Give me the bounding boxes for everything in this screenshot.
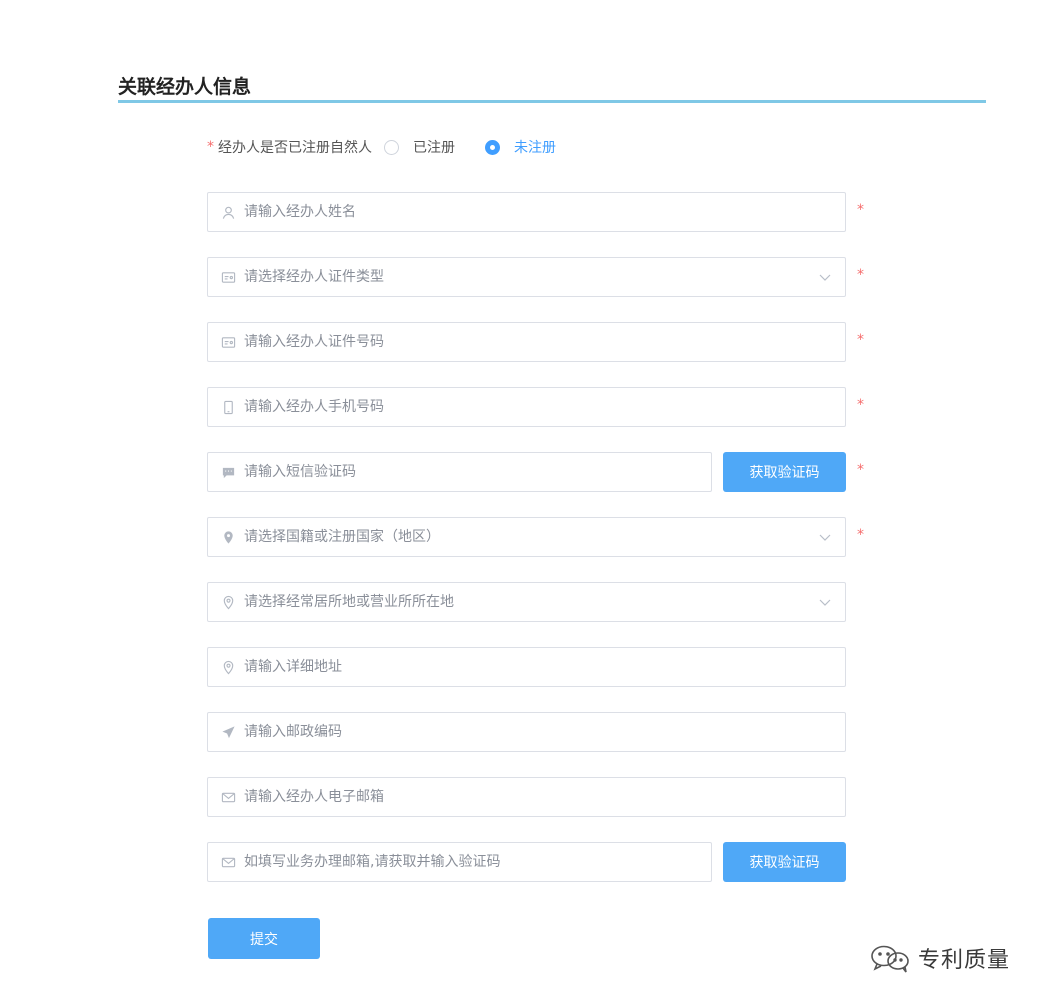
required-mark-nationality: * [857,527,864,543]
radio-circle-registered[interactable] [384,139,399,155]
postal-code-field[interactable] [207,712,846,752]
email-input[interactable] [244,778,845,816]
phone-icon [220,399,236,415]
message-icon [220,464,236,480]
name-input[interactable] [244,193,845,231]
get-sms-code-button[interactable]: 获取验证码 [723,452,846,492]
section-title: 关联经办人信息 [118,76,252,98]
address-input[interactable] [244,648,845,686]
radio-registered[interactable]: 已注册 [384,137,455,157]
id-number-field[interactable] [207,322,846,362]
id-number-input[interactable] [244,323,845,361]
address-field[interactable] [207,647,846,687]
sms-code-field[interactable] [207,452,712,492]
id-type-select[interactable] [207,257,846,297]
submit-button[interactable]: 提交 [208,918,320,959]
chevron-down-icon[interactable] [817,594,833,610]
location-filled-icon [220,529,236,545]
sms-code-input[interactable] [244,453,711,491]
required-mark-id-number: * [857,332,864,348]
nationality-input[interactable] [244,518,817,556]
id-card-icon [220,269,236,285]
mail-icon [220,789,236,805]
residence-input[interactable] [244,583,817,621]
chevron-down-icon[interactable] [817,269,833,285]
name-field[interactable] [207,192,846,232]
radio-unregistered[interactable]: 未注册 [485,137,556,157]
section-divider [118,100,986,103]
business-email-input[interactable] [244,843,711,881]
user-icon [220,204,236,220]
required-mark-id-type: * [857,267,864,283]
send-icon [220,724,236,740]
chevron-down-icon[interactable] [817,529,833,545]
page: 关联经办人信息 * 经办人是否已注册自然人 已注册 未注册 * * [0,0,1056,1005]
postal-code-input[interactable] [244,713,845,751]
required-star: * [207,139,214,155]
id-type-input[interactable] [244,258,817,296]
radio-unregistered-label: 未注册 [514,140,556,156]
id-card-icon [220,334,236,350]
watermark-text: 专利质量 [918,948,1011,973]
radio-registered-label: 已注册 [413,140,455,156]
registration-radio-group: * 经办人是否已注册自然人 已注册 未注册 [207,136,556,158]
phone-field[interactable] [207,387,846,427]
location-icon [220,594,236,610]
registration-label: 经办人是否已注册自然人 [218,140,372,156]
phone-input[interactable] [244,388,845,426]
mail-icon [220,854,236,870]
business-email-field[interactable] [207,842,712,882]
wechat-logo-icon [871,945,909,973]
nationality-select[interactable] [207,517,846,557]
watermark: 专利质量 [868,942,1010,974]
email-field[interactable] [207,777,846,817]
location-icon [220,659,236,675]
required-mark-sms: * [857,462,864,478]
required-mark-name: * [857,202,864,218]
residence-select[interactable] [207,582,846,622]
required-mark-phone: * [857,397,864,413]
radio-circle-unregistered[interactable] [485,139,500,155]
get-email-code-button[interactable]: 获取验证码 [723,842,846,882]
